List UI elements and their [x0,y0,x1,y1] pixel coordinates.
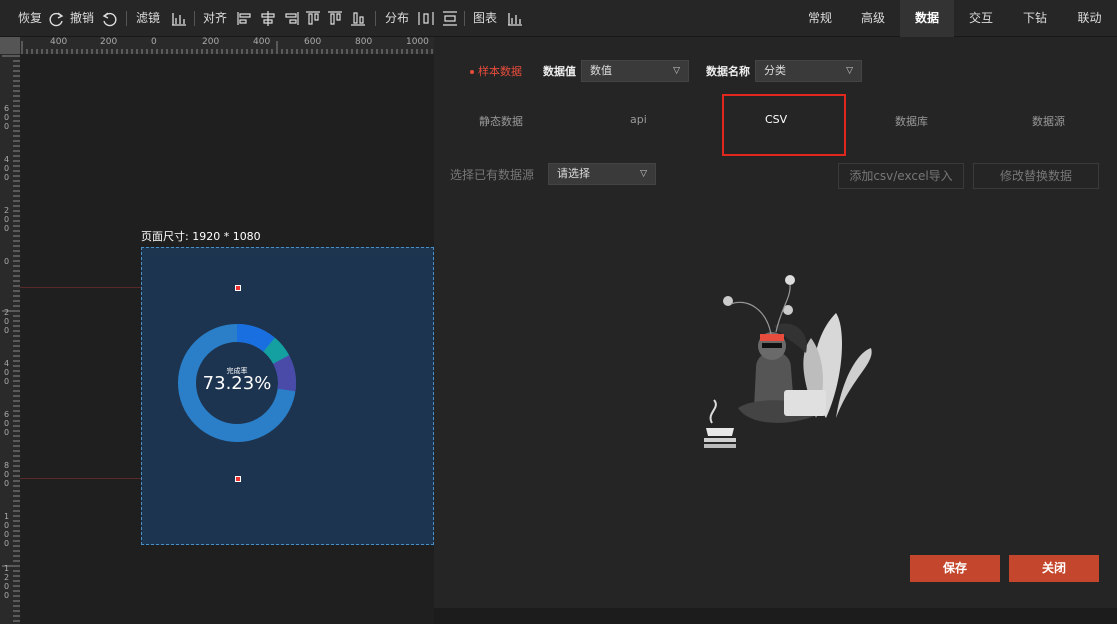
toolbar-separator [464,11,465,26]
data-name-label: 数据名称 [706,65,750,78]
toolbar-separator [194,11,195,26]
choose-source-label: 选择已有数据源 [450,168,535,182]
ruler-label: 800 [355,37,373,47]
selection-handle[interactable] [235,285,241,291]
ruler-label: 200 [4,308,10,335]
donut-segment [273,355,296,392]
distribute-button[interactable]: 分布 [385,0,409,37]
chart-button[interactable]: 图表 [473,0,497,37]
tab-datasource[interactable]: 数据源 [1032,113,1065,129]
data-value-label: 数据值 [543,65,576,78]
save-button[interactable]: 保存 [910,555,1000,582]
tab-api[interactable]: api [630,113,647,126]
data-name-selected: 分类 [764,64,786,77]
align-middle-icon[interactable] [326,10,344,27]
ruler-label: 200 [202,37,220,47]
tab-general[interactable]: 常规 [794,0,846,37]
selection-handle[interactable] [235,476,241,482]
distribute-v-icon[interactable] [441,10,459,27]
ruler-label: 1000 [4,512,10,548]
restore-button[interactable]: 恢复 [18,0,42,37]
bar-chart-icon[interactable] [170,10,188,27]
panel-footer-gap [434,608,794,624]
chart-icon[interactable] [506,10,524,27]
close-button[interactable]: 关闭 [1009,555,1099,582]
horizontal-ruler[interactable]: 400 200 0 200 400 600 800 1000 [20,37,434,54]
tab-advanced[interactable]: 高级 [846,0,900,37]
ruler-label: 1200 [4,564,10,600]
tab-static-data[interactable]: 静态数据 [479,113,523,129]
modify-data-button[interactable]: 修改替换数据 [973,163,1099,189]
ruler-label: 400 [4,359,10,386]
ruler-label: 0 [151,37,157,47]
data-name-select[interactable]: 分类 ▽ [755,60,862,82]
align-button[interactable]: 对齐 [203,0,227,37]
undo-icon[interactable] [100,10,118,27]
page-size-label: 页面尺寸: 1920 * 1080 [141,230,261,243]
ruler-label: 1000 [406,37,429,47]
required-dot-icon [470,70,474,74]
caret-down-icon: ▽ [673,66,680,76]
redo-icon[interactable] [48,10,66,27]
choose-source-select[interactable]: 请选择 ▽ [548,163,656,185]
caret-down-icon: ▽ [640,169,647,179]
data-value-selected: 数值 [590,64,612,77]
csv-tab-highlight [722,94,846,156]
align-center-icon[interactable] [259,10,277,27]
empty-state-illustration [704,275,872,448]
property-tabs: 常规 高级 数据 交互 下钻 联动 [794,0,1117,37]
ruler-label: 400 [50,37,68,47]
ruler-label: 800 [4,461,10,488]
align-bottom-icon[interactable] [349,10,367,27]
sample-data-label: 样本数据 [470,63,522,79]
donut-segment [263,337,290,365]
filter-button[interactable]: 滤镜 [136,0,160,37]
ruler-label: 400 [253,37,271,47]
sample-data-text: 样本数据 [478,65,522,78]
tab-linkage[interactable]: 联动 [1062,0,1117,37]
ruler-label: 600 [4,410,10,437]
undo-button[interactable]: 撤销 [70,0,94,37]
ruler-label: 400 [4,155,10,182]
donut-segment [236,324,275,352]
tab-data[interactable]: 数据 [900,0,954,37]
choose-source-placeholder: 请选择 [557,167,590,180]
add-csv-button[interactable]: 添加csv/excel导入 [838,163,964,189]
donut-value: 73.23% [202,373,272,394]
toolbar: 恢复 撤销 滤镜 对齐 分布 图表 常规 高级 数据 交互 下钻 联动 [0,0,1117,37]
toolbar-separator [375,11,376,26]
tab-drilldown[interactable]: 下钻 [1008,0,1062,37]
ruler-label: 0 [4,257,10,266]
align-right-icon[interactable] [282,10,300,27]
caret-down-icon: ▽ [846,66,853,76]
toolbar-separator [126,11,127,26]
tab-interaction[interactable]: 交互 [954,0,1008,37]
tab-database[interactable]: 数据库 [895,113,928,129]
ruler-label: 200 [4,206,10,233]
ruler-label: 200 [100,37,118,47]
align-top-icon[interactable] [304,10,322,27]
ruler-corner [0,37,20,54]
ruler-label: 600 [4,104,10,131]
vertical-ruler[interactable]: 600 400 200 0 200 400 600 800 1000 1200 [0,54,20,624]
ruler-label: 600 [304,37,322,47]
distribute-h-icon[interactable] [417,10,435,27]
data-value-select[interactable]: 数值 ▽ [581,60,689,82]
align-left-icon[interactable] [236,10,254,27]
